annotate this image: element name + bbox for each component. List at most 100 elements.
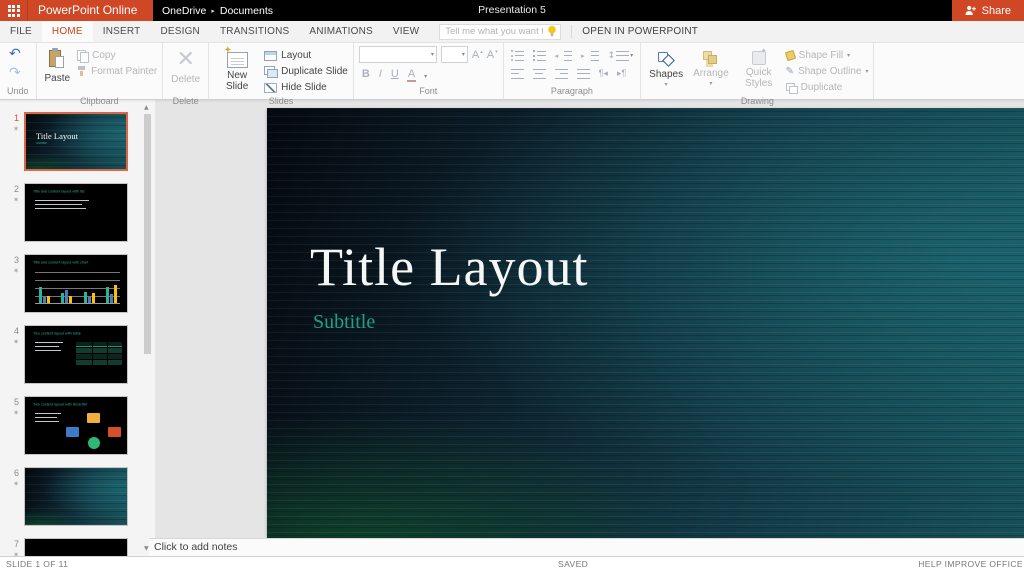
layout-button[interactable]: Layout bbox=[264, 49, 348, 62]
open-in-powerpoint-button[interactable]: OPEN IN POWERPOINT bbox=[582, 26, 698, 37]
shapes-caret-icon: ▾ bbox=[664, 81, 668, 88]
thumbnail-scrollbar[interactable]: ▲ ▼ bbox=[141, 101, 154, 555]
tab-insert[interactable]: INSERT bbox=[93, 21, 151, 42]
slide-number: 6 bbox=[13, 468, 19, 478]
shape-outline-button[interactable]: ✎ Shape Outline ▾ bbox=[786, 65, 869, 78]
font-name-select[interactable]: ▾ bbox=[358, 46, 437, 63]
save-status: SAVED bbox=[558, 559, 589, 569]
bullets-icon bbox=[510, 50, 524, 61]
paste-clipboard-icon bbox=[48, 48, 66, 71]
format-painter-button[interactable]: Format Painter bbox=[77, 65, 157, 78]
tab-home[interactable]: HOME bbox=[41, 21, 93, 42]
bold-button[interactable]: B bbox=[362, 68, 370, 80]
ribbon-group-delete: ✕ Delete Delete bbox=[163, 43, 210, 106]
thumb-bar-chart bbox=[35, 272, 120, 304]
tab-file[interactable]: FILE bbox=[0, 21, 42, 42]
tab-transitions[interactable]: TRANSITIONS bbox=[210, 21, 299, 42]
help-improve-office-link[interactable]: HELP IMPROVE OFFICE bbox=[918, 559, 1023, 569]
undo-button[interactable]: ↶ bbox=[9, 47, 21, 62]
transition-indicator-icon: ✶ bbox=[13, 267, 19, 275]
slide-editor[interactable]: Title Layout Subtitle bbox=[267, 108, 1024, 538]
copy-icon bbox=[77, 50, 90, 63]
paste-button[interactable]: Paste bbox=[42, 46, 74, 95]
grow-font-button[interactable]: A ▴ bbox=[472, 49, 483, 61]
tabrow-divider bbox=[571, 25, 573, 38]
new-slide-button[interactable]: New Slide bbox=[214, 45, 260, 95]
slide-thumbnail-4[interactable]: Two content layout with table bbox=[24, 325, 128, 384]
justify-icon bbox=[576, 68, 590, 79]
slide-thumbnail-5[interactable]: Two content layout with SmartArt bbox=[24, 396, 128, 455]
slide-title[interactable]: Title Layout bbox=[310, 236, 589, 298]
numbering-button[interactable] bbox=[531, 48, 548, 63]
text-direction-rtl-button[interactable]: ▸¶ bbox=[615, 66, 628, 81]
breadcrumb-documents[interactable]: Documents bbox=[220, 5, 273, 17]
slide-thumbnail-2[interactable]: Title and content layout with list bbox=[24, 183, 128, 242]
shrink-font-button[interactable]: A ▾ bbox=[487, 49, 498, 61]
shapes-button[interactable]: Shapes ▾ bbox=[646, 46, 686, 95]
tab-animations[interactable]: ANIMATIONS bbox=[299, 21, 382, 42]
align-left-button[interactable] bbox=[509, 66, 526, 81]
duplicate-button[interactable]: Duplicate bbox=[785, 81, 869, 94]
thumb-table bbox=[76, 342, 122, 365]
tell-me-input[interactable] bbox=[440, 26, 547, 37]
ribbon-group-clipboard: Paste Copy Format Painter Clipboard bbox=[37, 43, 164, 106]
text-direction-ltr-button[interactable]: ¶◂ bbox=[597, 66, 610, 81]
clipboard-group-label: Clipboard bbox=[80, 96, 119, 106]
paragraph-group-label: Paragraph bbox=[550, 86, 593, 96]
arrange-caret-icon: ▾ bbox=[709, 80, 713, 87]
redo-button[interactable]: ↷ bbox=[9, 66, 21, 81]
shape-outline-icon: ✎ bbox=[785, 65, 795, 77]
undo-group-label: Undo bbox=[7, 86, 29, 96]
quick-styles-button[interactable]: Quick Styles bbox=[736, 46, 782, 95]
slides-group-label: Slides bbox=[268, 96, 294, 106]
font-color-button[interactable]: A bbox=[406, 68, 417, 82]
breadcrumb-separator-icon: ▸ bbox=[211, 6, 215, 15]
ribbon-group-drawing: Shapes ▾ Arrange ▾ Quick Styles Shape Fi… bbox=[641, 43, 875, 106]
arrange-button[interactable]: Arrange ▾ bbox=[690, 46, 732, 95]
font-color-caret-icon[interactable]: ▾ bbox=[424, 74, 427, 80]
slide-count-status: SLIDE 1 OF 11 bbox=[6, 559, 69, 569]
scroll-down-icon[interactable]: ▼ bbox=[144, 545, 149, 552]
align-center-button[interactable] bbox=[531, 66, 548, 81]
slide-thumbnail-3[interactable]: Title and content layout with chart bbox=[24, 254, 128, 313]
transition-indicator-icon: ✶ bbox=[13, 125, 19, 133]
align-right-button[interactable] bbox=[553, 66, 570, 81]
slide-subtitle[interactable]: Subtitle bbox=[313, 311, 375, 334]
app-launcher-button[interactable] bbox=[0, 0, 28, 21]
app-title[interactable]: PowerPoint Online bbox=[28, 0, 137, 21]
transition-indicator-icon: ✶ bbox=[13, 196, 19, 204]
share-person-icon bbox=[965, 5, 976, 15]
font-size-select[interactable]: ▾ bbox=[440, 46, 468, 63]
notes-pane[interactable]: Click to add notes bbox=[149, 538, 1024, 556]
scrollbar-thumb[interactable] bbox=[144, 114, 151, 354]
italic-button[interactable]: I bbox=[379, 68, 382, 80]
justify-button[interactable] bbox=[575, 66, 592, 81]
slide-thumbnail-6[interactable] bbox=[24, 467, 128, 526]
bullets-button[interactable] bbox=[509, 48, 526, 63]
shape-fill-button[interactable]: Shape Fill ▾ bbox=[784, 49, 869, 62]
line-spacing-button[interactable]: ↕ ▾ bbox=[606, 48, 636, 63]
quick-styles-icon bbox=[751, 47, 767, 65]
decrease-indent-button[interactable]: ◂ bbox=[553, 48, 575, 63]
chevron-down-icon: ▾ bbox=[430, 51, 434, 58]
breadcrumb-onedrive[interactable]: OneDrive bbox=[162, 5, 206, 17]
copy-button[interactable]: Copy bbox=[77, 49, 157, 63]
slide-number: 5 bbox=[13, 397, 19, 407]
workspace: 1 ✶ Title Layout Subtitle 2 ✶ Title and co… bbox=[0, 100, 1024, 556]
font-group-label: Font bbox=[419, 86, 438, 96]
increase-indent-button[interactable]: ▸ bbox=[579, 48, 601, 63]
tab-view[interactable]: VIEW bbox=[383, 21, 429, 42]
underline-button[interactable]: U bbox=[391, 68, 399, 80]
hide-slide-button[interactable]: Hide Slide bbox=[264, 81, 348, 94]
tab-design[interactable]: DESIGN bbox=[150, 21, 210, 42]
share-button[interactable]: Share bbox=[951, 0, 1024, 21]
format-painter-icon bbox=[77, 66, 87, 77]
delete-button[interactable]: ✕ Delete bbox=[168, 46, 203, 95]
slide-number: 4 bbox=[13, 326, 19, 336]
slide-thumbnail-7[interactable] bbox=[24, 538, 128, 556]
arrange-icon bbox=[703, 51, 718, 66]
duplicate-slide-button[interactable]: Duplicate Slide bbox=[264, 65, 348, 78]
shapes-icon bbox=[658, 51, 674, 67]
slide-thumbnail-1[interactable]: Title Layout Subtitle bbox=[24, 112, 128, 171]
thumb-title: Title and content layout with chart bbox=[33, 261, 89, 265]
